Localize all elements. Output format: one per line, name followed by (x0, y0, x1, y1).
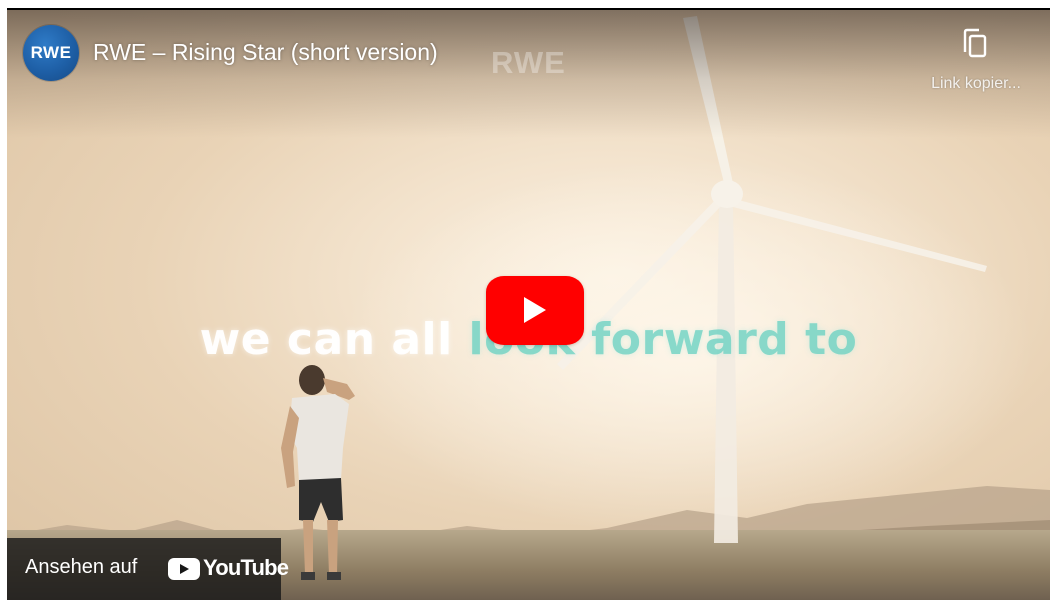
play-icon (524, 297, 546, 323)
copy-link-button[interactable]: Link kopier... (916, 28, 1036, 98)
youtube-logo-text: YouTube (203, 555, 289, 580)
watch-on-label: Ansehen auf (25, 556, 138, 578)
channel-avatar[interactable]: RWE (23, 25, 79, 81)
play-button[interactable] (486, 276, 584, 345)
caption-white-text: we can all (199, 314, 453, 365)
youtube-embed-player[interactable]: we can all look forward to RWE RWE RWE –… (7, 8, 1050, 600)
copy-link-label: Link kopier... (931, 75, 1021, 92)
player-title-bar: RWE RWE – Rising Star (short version) Li… (7, 8, 1050, 98)
copy-icon (963, 28, 987, 58)
video-title-link[interactable]: RWE – Rising Star (short version) (93, 39, 438, 66)
watch-on-youtube-button[interactable]: Ansehen auf YouTube (7, 538, 289, 600)
channel-avatar-text: RWE (30, 43, 72, 62)
youtube-logo-icon (168, 558, 200, 580)
